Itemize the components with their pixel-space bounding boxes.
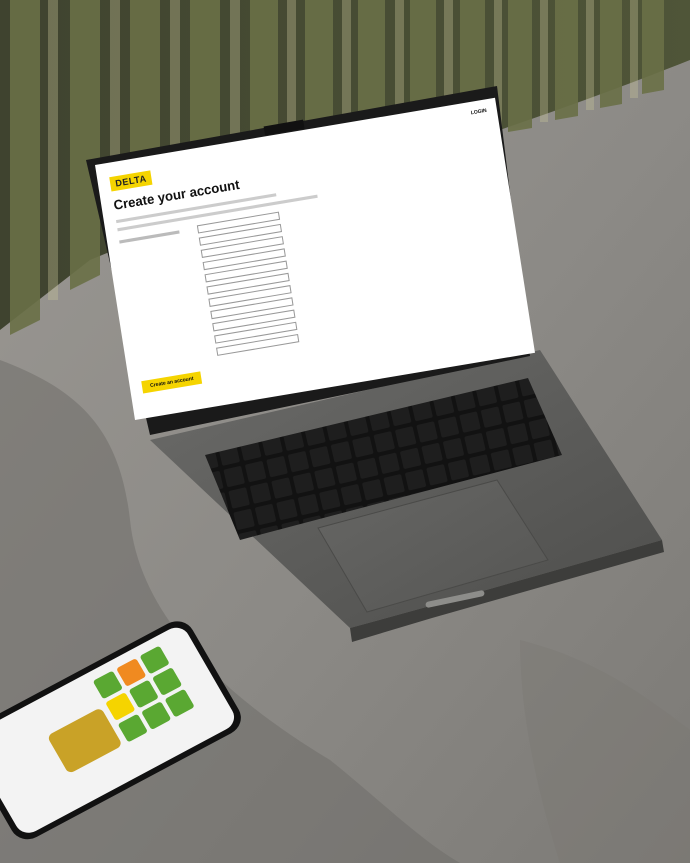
delta-logo: DELTA bbox=[109, 170, 153, 192]
create-account-button[interactable]: Create an account bbox=[141, 371, 203, 394]
app-tile[interactable] bbox=[117, 713, 148, 743]
product-image bbox=[46, 707, 123, 775]
app-tile[interactable] bbox=[164, 688, 195, 718]
login-link[interactable]: LOGIN bbox=[470, 108, 487, 117]
app-tile[interactable] bbox=[141, 701, 172, 731]
